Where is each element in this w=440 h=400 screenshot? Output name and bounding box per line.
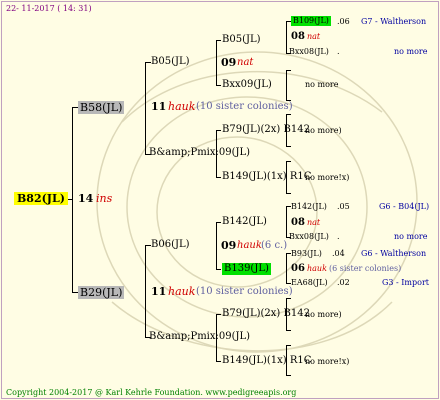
top-upper-b-more: no more [305, 80, 339, 89]
root-gen-num: 14 [78, 192, 94, 205]
connector [286, 161, 291, 162]
connector [286, 146, 291, 147]
bottom-upper-b-a-queen[interactable]: B93(JL) [291, 250, 322, 258]
connector [145, 62, 146, 154]
top-upper-note: nat [237, 57, 254, 68]
connector [216, 222, 217, 269]
connector [286, 206, 287, 237]
connector [286, 70, 291, 71]
connector [216, 361, 221, 362]
bottom-upper-num: 09 [221, 239, 237, 252]
bottom-upper-a-queen[interactable]: B142(JL) [222, 217, 267, 227]
bottom-lower-b-queen[interactable]: B149(JL)(1x) R1C [222, 356, 311, 366]
bottom-note: hauk [168, 285, 196, 298]
connector [216, 222, 221, 223]
connector [286, 345, 291, 346]
bottom-upper-b-c-breeder: G3 - Import [382, 278, 429, 287]
bottom-upper-b-b-num: 06 [291, 263, 305, 274]
connector [286, 298, 291, 299]
top-lower-a-more: no more) [305, 126, 342, 135]
bottom-upper-b-queen[interactable]: B139(JL) [222, 263, 271, 275]
bottom-upper-a-c-year: . [337, 232, 340, 241]
top-upper-a-a-queen[interactable]: B109(JL) [291, 16, 331, 26]
bottom-upper-sub: (6 c.) [261, 240, 288, 251]
connector [145, 245, 146, 337]
bottom-upper-a-b-note: nat [307, 218, 321, 227]
bottom-queen[interactable]: B29(JL) [78, 286, 125, 299]
top-lower-a-queen[interactable]: B79(JL)(2x) B142 [222, 125, 310, 135]
top-upper-a-c-breeder: no more [394, 47, 428, 56]
top-lower-queen[interactable]: B&amp;Pmix:09(JL) [149, 148, 250, 158]
top-note: hauk [168, 100, 196, 113]
connector [286, 193, 291, 194]
connector [286, 70, 287, 100]
connector [216, 40, 217, 85]
connector [216, 314, 221, 315]
bottom-upper-a-a-year: .05 [337, 202, 350, 211]
connector [216, 130, 221, 131]
bottom-upper-b-c-year: .02 [337, 278, 350, 287]
bottom-lower-a-more: no more) [305, 310, 342, 319]
bottom-sub: (10 sister colonies) [196, 286, 293, 297]
top-upper-a-a-year: .06 [337, 17, 350, 26]
bottom-upper-b-b-sub: (6 sister colonies) [329, 264, 402, 273]
connector [286, 21, 287, 53]
connector [216, 269, 221, 270]
bottom-upper-a-c-breeder: no more [394, 232, 428, 241]
top-upper-a-a-breeder: G7 - Waltherson [361, 17, 427, 26]
top-upper-a-c-queen[interactable]: Bxx08(JL) [289, 48, 329, 56]
connector [286, 375, 291, 376]
top-upper-a-b-note: nat [307, 32, 321, 41]
bottom-gen-num: 11 [151, 285, 167, 298]
bottom-upper-b-c-queen[interactable]: EA68(JL) [291, 279, 328, 287]
top-upper-a-b-num: 08 [291, 31, 305, 42]
top-upper-b-queen[interactable]: Bxx09(JL) [222, 80, 272, 90]
connector [286, 114, 291, 115]
bottom-upper-b-a-breeder: G6 - Waltherson [361, 249, 427, 258]
bottom-lower-b-more: no more!x) [305, 357, 350, 366]
connector [286, 253, 287, 283]
header-date: 22- 11-2017 ( 14: 31) [6, 4, 92, 13]
bottom-upper-a-b-num: 08 [291, 217, 305, 228]
bottom-upper-note: hauk [237, 240, 262, 251]
root-queen[interactable]: B82(JL) [14, 192, 68, 205]
top-lower-b-queen[interactable]: B149(JL)(1x) R1C [222, 172, 311, 182]
top-sub: (10 sister colonies) [196, 101, 293, 112]
top-lower-b-more: no more!x) [305, 173, 350, 182]
bottom-upper-a-c-queen[interactable]: Bxx08(JL) [289, 233, 329, 241]
bottom-upper-a-a-queen[interactable]: B142(JL) [291, 203, 327, 211]
bottom-upper-queen[interactable]: B06(JL) [151, 240, 190, 250]
bottom-lower-a-queen[interactable]: B79(JL)(2x) B142 [222, 309, 310, 319]
connector [216, 40, 221, 41]
top-upper-a-queen[interactable]: B05(JL) [222, 35, 261, 45]
connector [286, 330, 291, 331]
root-note: ins [96, 192, 113, 205]
connector [216, 85, 221, 86]
top-queen[interactable]: B58(JL) [78, 101, 125, 114]
footer-copyright: Copyright 2004-2017 @ Karl Kehrle Founda… [6, 388, 297, 397]
top-upper-queen[interactable]: B05(JL) [151, 57, 190, 67]
connector [216, 177, 221, 178]
bottom-upper-a-a-breeder: G6 - B04(JL) [379, 202, 430, 211]
top-gen-num: 11 [151, 100, 167, 113]
bottom-lower-queen[interactable]: B&amp;Pmix:09(JL) [149, 332, 250, 342]
connector [72, 107, 73, 292]
bottom-upper-b-a-year: .04 [332, 249, 345, 258]
top-upper-a-c-year: . [337, 47, 340, 56]
bottom-upper-b-b-note: hauk [307, 264, 327, 273]
top-upper-num: 09 [221, 56, 237, 69]
